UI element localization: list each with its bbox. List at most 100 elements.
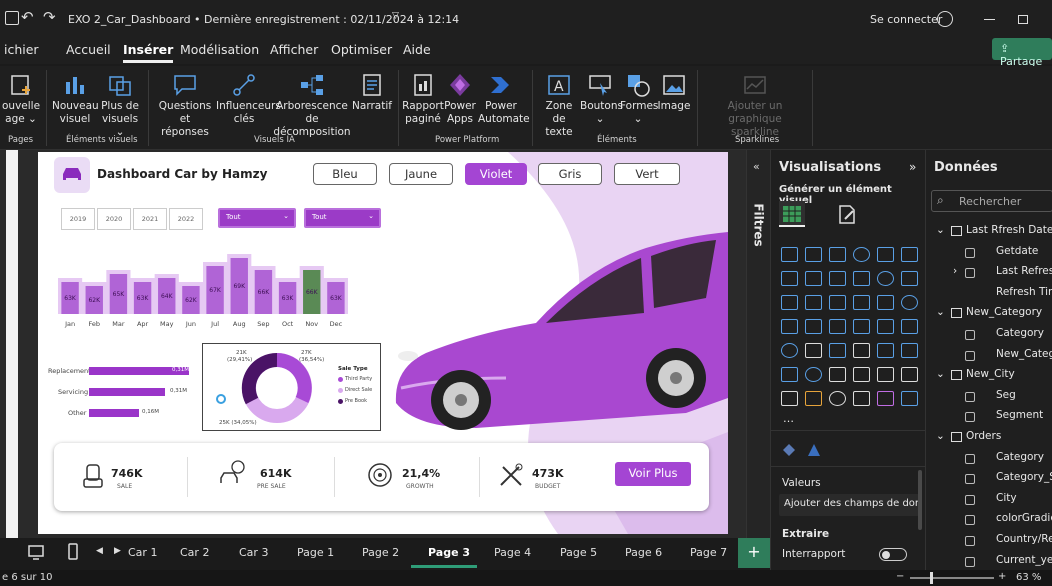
field-checkbox[interactable]	[965, 556, 975, 567]
year-button-2019[interactable]: 2019	[61, 208, 95, 230]
see-more-button[interactable]: Voir Plus	[615, 462, 691, 486]
field-checkbox[interactable]	[965, 474, 975, 485]
visual-type-icon[interactable]	[877, 271, 894, 286]
visual-type-icon[interactable]	[805, 391, 822, 406]
field-checkbox[interactable]	[965, 247, 975, 258]
signin-link[interactable]: Se connecter	[870, 13, 942, 26]
shapes-button[interactable]: Formes ⌄	[620, 72, 658, 126]
key-influencers-button[interactable]: Influenceurs clés	[216, 72, 281, 126]
chevron-down-icon[interactable]: ⌄	[936, 224, 945, 236]
power-automate-button[interactable]: Power Automate	[478, 72, 530, 126]
visual-type-icon[interactable]	[901, 247, 918, 262]
more-visuals-ellipsis[interactable]: …	[783, 412, 794, 425]
restore-icon[interactable]	[1018, 15, 1028, 24]
visual-type-icon[interactable]	[901, 295, 918, 310]
visual-type-icon[interactable]	[829, 343, 846, 358]
field-item[interactable]: New_Categ	[996, 348, 1052, 360]
color-button-violet[interactable]: Violet	[465, 163, 527, 185]
page-tab[interactable]: Car 3	[239, 546, 268, 559]
visual-type-icon[interactable]	[853, 295, 870, 310]
zoom-in-icon[interactable]: +	[998, 571, 1006, 582]
buttons-button[interactable]: Boutons ⌄	[580, 72, 623, 126]
table-node[interactable]: Last Rfresh Date	[966, 224, 1052, 236]
field-checkbox[interactable]	[965, 412, 975, 423]
color-button-vert[interactable]: Vert	[614, 163, 680, 185]
cross-report-toggle[interactable]	[879, 548, 907, 561]
color-button-jaune[interactable]: Jaune	[389, 163, 453, 185]
page-tab[interactable]: Page 2	[362, 546, 399, 559]
visual-type-icon[interactable]	[901, 319, 918, 334]
visual-type-icon[interactable]	[877, 319, 894, 334]
decomposition-tree-button[interactable]: Arborescence de décomposition	[272, 72, 352, 139]
field-item[interactable]: Last Refresh	[996, 265, 1052, 277]
monthly-sales-chart[interactable]: 63K Jan 62K Feb 65K Mar 63K Apr 64K May 62K Jun 67K J…	[58, 244, 348, 334]
field-item[interactable]: Refresh Time	[996, 286, 1052, 298]
field-item[interactable]: Category_Sw	[996, 471, 1052, 483]
next-page-icon[interactable]: ▶	[114, 546, 121, 556]
field-checkbox[interactable]	[965, 350, 975, 361]
zoom-slider[interactable]	[910, 572, 994, 584]
field-checkbox[interactable]	[965, 330, 975, 340]
visual-type-icon[interactable]	[805, 295, 822, 310]
visual-type-icon[interactable]	[781, 295, 798, 310]
filter-dropdown-2[interactable]: Tout ⌄	[304, 208, 381, 228]
visual-type-icon[interactable]	[781, 343, 798, 358]
table-node[interactable]: New_City	[966, 368, 1015, 380]
page-tab[interactable]: Page 4	[494, 546, 531, 559]
chevron-right-icon[interactable]: ›	[953, 265, 957, 277]
tab-accueil[interactable]: Accueil	[66, 42, 111, 57]
visual-type-icon[interactable]	[829, 391, 846, 406]
visual-type-icon[interactable]	[829, 319, 846, 334]
visual-type-icon[interactable]	[829, 367, 846, 382]
visual-type-icon[interactable]	[805, 319, 822, 334]
sale-type-donut[interactable]: 21K (29,41%) 27K (36,54%) 25K (34,05%) S…	[202, 343, 381, 431]
visual-type-icon[interactable]	[781, 271, 798, 286]
chevron-down-icon[interactable]: ▽	[392, 11, 399, 21]
visual-type-icon[interactable]	[781, 367, 798, 382]
year-button-2021[interactable]: 2021	[133, 208, 167, 230]
visual-type-icon[interactable]	[853, 391, 870, 406]
visual-type-icon[interactable]	[853, 367, 870, 382]
undo-icon[interactable]: ↶	[21, 8, 34, 26]
visual-type-icon[interactable]	[853, 247, 870, 262]
page-tab[interactable]: Page 6	[625, 546, 662, 559]
page-tab[interactable]: Car 2	[180, 546, 209, 559]
redo-icon[interactable]: ↷	[43, 8, 56, 26]
visual-type-icon[interactable]	[901, 367, 918, 382]
visual-type-icon[interactable]	[853, 319, 870, 334]
page-tab[interactable]: Page 3	[428, 546, 470, 559]
visual-type-icon[interactable]	[781, 319, 798, 334]
field-checkbox[interactable]	[965, 268, 975, 279]
field-item[interactable]: colorGradier	[996, 512, 1052, 524]
tab-afficher[interactable]: Afficher	[270, 42, 318, 57]
field-checkbox[interactable]	[965, 536, 975, 546]
tab-modelisation[interactable]: Modélisation	[180, 42, 259, 57]
field-checkbox[interactable]	[965, 515, 975, 526]
year-button-2020[interactable]: 2020	[97, 208, 131, 230]
chevron-right-icon[interactable]: »	[909, 160, 916, 174]
text-box-button[interactable]: A Zone de texte	[538, 72, 580, 139]
more-visuals-button[interactable]: Plus de visuels ⌄	[98, 72, 142, 139]
save-icon[interactable]	[5, 11, 19, 25]
minimize-icon[interactable]	[984, 19, 995, 20]
format-visual-icon[interactable]	[835, 202, 859, 226]
field-item[interactable]: City	[996, 492, 1017, 504]
data-search-box[interactable]: ⌕ Rechercher	[931, 190, 1052, 212]
visual-type-icon[interactable]	[901, 271, 918, 286]
visual-type-icon[interactable]	[805, 247, 822, 262]
tab-aide[interactable]: Aide	[403, 42, 431, 57]
visual-type-icon[interactable]	[853, 271, 870, 286]
visual-type-icon[interactable]	[901, 343, 918, 358]
page-tab[interactable]: Page 7	[690, 546, 727, 559]
visual-type-icon[interactable]	[805, 271, 822, 286]
chevron-down-icon[interactable]: ⌄	[936, 430, 945, 442]
visual-type-icon[interactable]	[829, 295, 846, 310]
table-node[interactable]: Orders	[966, 430, 1001, 442]
field-item[interactable]: Seg	[996, 389, 1016, 401]
field-item[interactable]: Getdate	[996, 245, 1038, 257]
field-checkbox[interactable]	[965, 494, 975, 505]
tab-inserer[interactable]: Insérer	[123, 42, 174, 63]
filters-pane-collapsed[interactable]: « Filtres	[746, 150, 770, 538]
qa-button[interactable]: Questions et réponses	[154, 72, 216, 139]
filter-dropdown-1[interactable]: Tout ⌄	[218, 208, 296, 228]
